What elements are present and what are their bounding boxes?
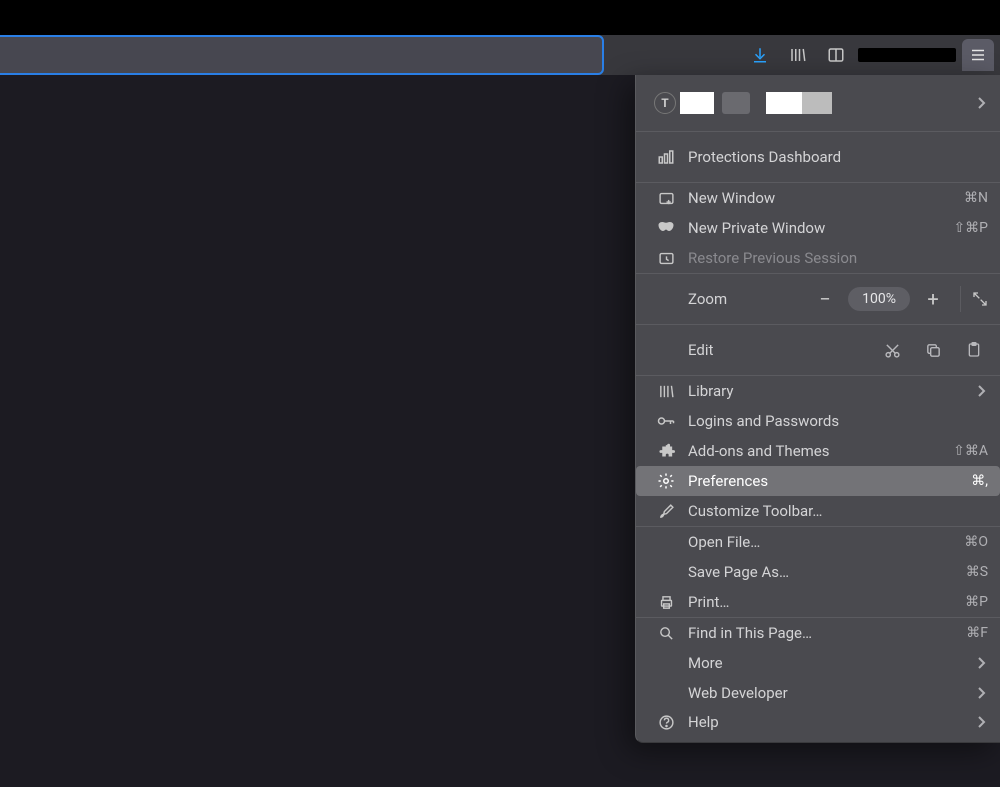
menu-zoom-row: Zoom − 100% + <box>636 274 1000 324</box>
zoom-value[interactable]: 100% <box>848 287 910 311</box>
menu-item-label: Web Developer <box>688 684 966 702</box>
dashboard-icon <box>656 147 676 167</box>
chevron-right-icon <box>974 384 988 398</box>
shortcut-label: ⌘, <box>971 473 988 489</box>
menu-edit-row: Edit <box>636 325 1000 375</box>
account-badge: T <box>654 92 676 114</box>
window-icon <box>656 188 676 208</box>
menu-item-label: More <box>688 654 966 672</box>
menu-new-window[interactable]: New Window ⌘N <box>636 183 1000 213</box>
account-redacted-3 <box>802 92 832 114</box>
shortcut-label: ⇧⌘P <box>953 220 988 236</box>
account-redacted-dim <box>722 92 750 114</box>
menu-print[interactable]: Print… ⌘P <box>636 587 1000 617</box>
menu-item-label: Print… <box>688 593 957 611</box>
hamburger-menu-button[interactable] <box>962 39 994 71</box>
library-icon[interactable] <box>782 39 814 71</box>
menu-library[interactable]: Library <box>636 376 1000 406</box>
toolbar-redacted <box>858 48 956 62</box>
menu-item-label: Help <box>688 713 966 731</box>
copy-icon[interactable] <box>925 342 942 359</box>
menu-item-label: Save Page As… <box>688 563 958 581</box>
account-row[interactable]: T <box>636 75 1000 131</box>
zoom-label: Zoom <box>688 290 810 308</box>
brush-icon <box>656 501 676 521</box>
menu-protections-dashboard[interactable]: Protections Dashboard <box>636 132 1000 182</box>
shortcut-label: ⌘S <box>966 564 988 580</box>
menu-item-label: Library <box>688 382 966 400</box>
menu-customize-toolbar[interactable]: Customize Toolbar… <box>636 496 1000 526</box>
library-icon <box>656 381 676 401</box>
printer-icon <box>656 592 676 612</box>
search-icon <box>656 623 676 643</box>
menu-item-label: Protections Dashboard <box>688 148 988 166</box>
sidebar-icon[interactable] <box>820 39 852 71</box>
downloads-icon[interactable] <box>744 39 776 71</box>
menu-save-page[interactable]: Save Page As… ⌘S <box>636 557 1000 587</box>
menu-find-in-page[interactable]: Find in This Page… ⌘F <box>636 618 1000 648</box>
shortcut-label: ⌘N <box>964 190 988 206</box>
gear-icon <box>656 471 676 491</box>
menu-restore-session: Restore Previous Session <box>636 243 1000 273</box>
menu-preferences[interactable]: Preferences ⌘, <box>636 466 1000 496</box>
menu-web-developer[interactable]: Web Developer <box>636 678 1000 708</box>
menu-open-file[interactable]: Open File… ⌘O <box>636 527 1000 557</box>
shortcut-label: ⇧⌘A <box>953 443 988 459</box>
menu-help[interactable]: Help <box>636 708 1000 742</box>
zoom-out-button[interactable]: − <box>810 286 840 312</box>
account-redacted-2 <box>766 92 802 114</box>
chevron-right-icon <box>974 656 988 670</box>
puzzle-icon <box>656 441 676 461</box>
shortcut-label: ⌘O <box>964 534 988 550</box>
menu-addons[interactable]: Add-ons and Themes ⇧⌘A <box>636 436 1000 466</box>
account-redacted-1 <box>680 92 714 114</box>
menu-more[interactable]: More <box>636 648 1000 678</box>
menu-item-label: New Window <box>688 189 956 207</box>
menu-item-label: New Private Window <box>688 219 945 237</box>
url-bar[interactable] <box>0 35 604 75</box>
edit-label: Edit <box>688 341 884 359</box>
mask-icon <box>656 218 676 238</box>
key-icon <box>656 411 676 431</box>
chevron-right-icon <box>974 96 988 110</box>
shortcut-label: ⌘P <box>965 594 988 610</box>
app-menu: T Protections Dashboard New Window ⌘N <box>635 75 1000 743</box>
menu-item-label: Logins and Passwords <box>688 412 988 430</box>
fullscreen-button[interactable] <box>960 286 988 312</box>
cut-icon[interactable] <box>884 342 901 359</box>
menu-new-private-window[interactable]: New Private Window ⇧⌘P <box>636 213 1000 243</box>
menu-item-label: Restore Previous Session <box>688 249 988 267</box>
zoom-in-button[interactable]: + <box>918 286 948 312</box>
menu-item-label: Find in This Page… <box>688 624 958 642</box>
menu-item-label: Customize Toolbar… <box>688 502 988 520</box>
menu-item-label: Open File… <box>688 533 956 551</box>
chevron-right-icon <box>974 686 988 700</box>
menu-item-label: Add-ons and Themes <box>688 442 945 460</box>
menu-logins[interactable]: Logins and Passwords <box>636 406 1000 436</box>
help-icon <box>656 712 676 732</box>
restore-icon <box>656 248 676 268</box>
menu-item-label: Preferences <box>688 472 963 490</box>
paste-icon[interactable] <box>966 341 982 359</box>
chevron-right-icon <box>974 715 988 729</box>
window-titlebar <box>0 0 1000 35</box>
shortcut-label: ⌘F <box>966 625 988 641</box>
